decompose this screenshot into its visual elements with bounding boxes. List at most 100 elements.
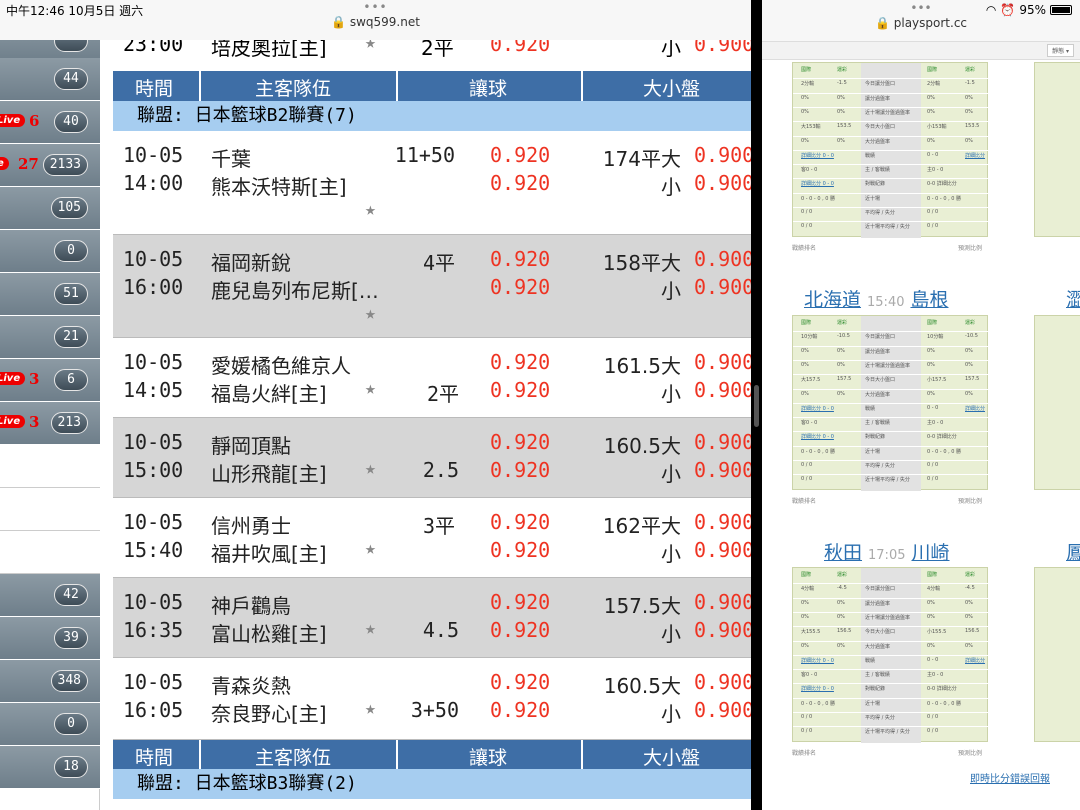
sidebar-sport-row[interactable]: e 272133	[0, 144, 100, 187]
stats-cell[interactable]: 詳細比分 0 - 0	[801, 180, 834, 187]
home-team-link[interactable]: 北海道	[804, 289, 861, 311]
stats-cell[interactable]: 詳細比分 0 - 0	[801, 657, 834, 664]
league-row-b3[interactable]: 聯盟: 日本籃球B3聯賽(2)	[113, 769, 751, 799]
stats-cell[interactable]: 詳細比分 0 - 0	[801, 433, 834, 440]
game-stats-table-partial	[1034, 315, 1080, 490]
match-row[interactable]: 10-05 14:05 愛媛橘色維京人 福島火絆[主] ★ 2平 0.920 0…	[113, 338, 751, 418]
stats-cell: 0 / 0	[801, 462, 813, 468]
away-team[interactable]: 熊本沃特斯[主]	[211, 171, 347, 200]
game-title-partial[interactable]: 鳳	[1066, 538, 1080, 565]
stats-cell: 國際	[801, 320, 812, 326]
sidebar-sport-row[interactable]: Live36	[0, 359, 100, 402]
total-odds-under[interactable]: 0.900	[694, 698, 751, 722]
away-team[interactable]: 福島火絆[主]	[211, 378, 327, 407]
rank-label: 戰績排名	[792, 750, 817, 757]
match-row[interactable]: 10-05 15:00 靜岡頂點 山形飛龍[主] ★ 2.5 0.920 0.9…	[113, 418, 751, 498]
split-view-divider[interactable]	[751, 0, 762, 810]
sidebar-sport-row[interactable]: 0	[0, 230, 100, 273]
away-team-link[interactable]: 川崎	[911, 542, 949, 564]
sidebar-sport-row[interactable]: 39	[0, 617, 100, 660]
sidebar-sport-row[interactable]: 0	[0, 703, 100, 746]
total-odds-over[interactable]: 0.900	[694, 247, 751, 271]
total-odds-under[interactable]: 0.900	[694, 538, 751, 562]
favorite-star-icon[interactable]: ★	[365, 538, 376, 559]
match-time: 14:05	[123, 378, 184, 402]
favorite-star-icon[interactable]: ★	[365, 698, 376, 719]
stats-cell: 運彩	[837, 67, 848, 73]
stats-cell: 運彩	[965, 67, 976, 73]
stats-cell: 0 / 0	[801, 223, 813, 230]
home-team[interactable]: 神戶鸛鳥	[211, 590, 291, 619]
home-team-link[interactable]: 秋田	[824, 542, 862, 564]
sidebar-sport-row[interactable]: 18	[0, 746, 100, 789]
total-odds-over[interactable]: 0.900	[694, 143, 751, 167]
sidebar-sport-row[interactable]: 348	[0, 660, 100, 703]
total-odds-under[interactable]: 0.900	[694, 378, 751, 402]
away-team[interactable]: 奈良野心[主]	[211, 698, 327, 727]
home-team[interactable]: 福岡新銳	[211, 247, 291, 276]
game-title-partial[interactable]: 澀	[1066, 285, 1080, 312]
stats-cell: 0%	[927, 137, 935, 144]
stats-cell[interactable]: 詳細比分 0 - 0	[801, 152, 834, 159]
stats-cell: 0%	[927, 347, 935, 354]
stats-cell[interactable]: 詳細比分	[965, 657, 985, 664]
match-row[interactable]: 10-05 14:00 千葉 熊本沃特斯[主] ★ 11+50 0.920 0.…	[113, 131, 751, 235]
sidebar-sport-row[interactable]: 44	[0, 58, 100, 101]
match-row[interactable]: 10-05 16:00 福岡新銳 鹿兒島列布尼斯[… ★ 4平 0.920 0.…	[113, 235, 751, 338]
sidebar-sport-row[interactable]: Live6 40	[0, 101, 100, 144]
away-team[interactable]: 福井吹風[主]	[211, 538, 327, 567]
home-team[interactable]: 愛媛橘色維京人	[211, 350, 351, 379]
away-team[interactable]: 鹿兒島列布尼斯[…	[211, 275, 379, 304]
total-odds-over[interactable]: 0.900	[694, 670, 751, 694]
total-odds-under[interactable]: 0.900	[694, 618, 751, 642]
view-select[interactable]: 靜態 ▾	[1047, 44, 1074, 57]
sidebar-sport-row[interactable]: 51	[0, 273, 100, 316]
home-team[interactable]: 千葉	[211, 143, 251, 172]
match-row[interactable]: 10-05 16:05 青森炎熱 奈良野心[主] ★ 3+50 0.920 0.…	[113, 658, 751, 740]
total-odds-under[interactable]: 0.900	[694, 458, 751, 482]
favorite-star-icon[interactable]: ★	[365, 199, 376, 220]
sidebar-sport-row[interactable]: Live3 213	[0, 402, 100, 445]
total-odds-over[interactable]: 0.900	[694, 510, 751, 534]
predict-label: 預測比例	[958, 245, 983, 252]
favorite-star-icon[interactable]: ★	[365, 303, 376, 324]
favorite-star-icon[interactable]: ★	[365, 618, 376, 639]
stats-cell[interactable]: 詳細比分	[965, 405, 985, 412]
league-row-b2[interactable]: 聯盟: 日本籃球B2聯賽(7)	[113, 101, 751, 131]
total-odds-under[interactable]: 0.900	[694, 275, 751, 299]
stats-cell: 0%	[965, 94, 973, 101]
game-title: 北海道 15:40 島根	[804, 285, 949, 312]
sidebar-sport-row[interactable]: 42	[0, 574, 100, 617]
home-team[interactable]: 青森炎熱	[211, 670, 291, 699]
match-row[interactable]: 10-05 16:35 神戶鸛鳥 富山松雞[主] ★ 4.5 0.920 0.9…	[113, 578, 751, 658]
total-odds-over[interactable]: 0.900	[694, 590, 751, 614]
away-team[interactable]: 富山松雞[主]	[211, 618, 327, 647]
stats-cell: 0 - 0	[927, 151, 939, 158]
stats-cell: 2分輸	[927, 81, 941, 88]
stats-cell: 平均得 / 失分	[865, 210, 895, 216]
sidebar-sport-row[interactable]: 21	[0, 316, 100, 359]
home-team[interactable]: 信州勇士	[211, 510, 291, 539]
live-badge: Live	[0, 372, 26, 385]
stats-cell: 大分過盤率	[865, 138, 891, 145]
total-odds-under[interactable]: 0.900	[694, 171, 751, 195]
stats-cell[interactable]: 詳細比分 0 - 0	[801, 405, 834, 412]
stats-cell: 大分過盤率	[865, 643, 891, 650]
score-error-report-link[interactable]: 即時比分錯誤回報	[970, 770, 1050, 785]
stats-cell[interactable]: 詳細比分 0 - 0	[801, 685, 834, 692]
sidebar-sport-row[interactable]: 105	[0, 187, 100, 230]
stats-cell: 0%	[837, 390, 845, 397]
stats-cell[interactable]: 詳細比分	[965, 152, 985, 159]
split-handle[interactable]	[754, 385, 759, 427]
table-header-2: 時間 主客隊伍 讓球 大小盤	[113, 740, 751, 770]
favorite-star-icon[interactable]: ★	[365, 458, 376, 479]
home-team[interactable]: 靜岡頂點	[211, 430, 291, 459]
stats-cell: 對戰紀錄	[865, 434, 886, 441]
favorite-star-icon[interactable]: ★	[365, 378, 376, 399]
game-time: 17:05	[868, 548, 906, 563]
total-odds-over[interactable]: 0.900	[694, 430, 751, 454]
match-row[interactable]: 10-05 15:40 信州勇士 福井吹風[主] ★ 3平 0.920 0.92…	[113, 498, 751, 578]
away-team-link[interactable]: 島根	[910, 289, 948, 311]
away-team[interactable]: 山形飛龍[主]	[211, 458, 327, 487]
total-odds-over[interactable]: 0.900	[694, 350, 751, 374]
